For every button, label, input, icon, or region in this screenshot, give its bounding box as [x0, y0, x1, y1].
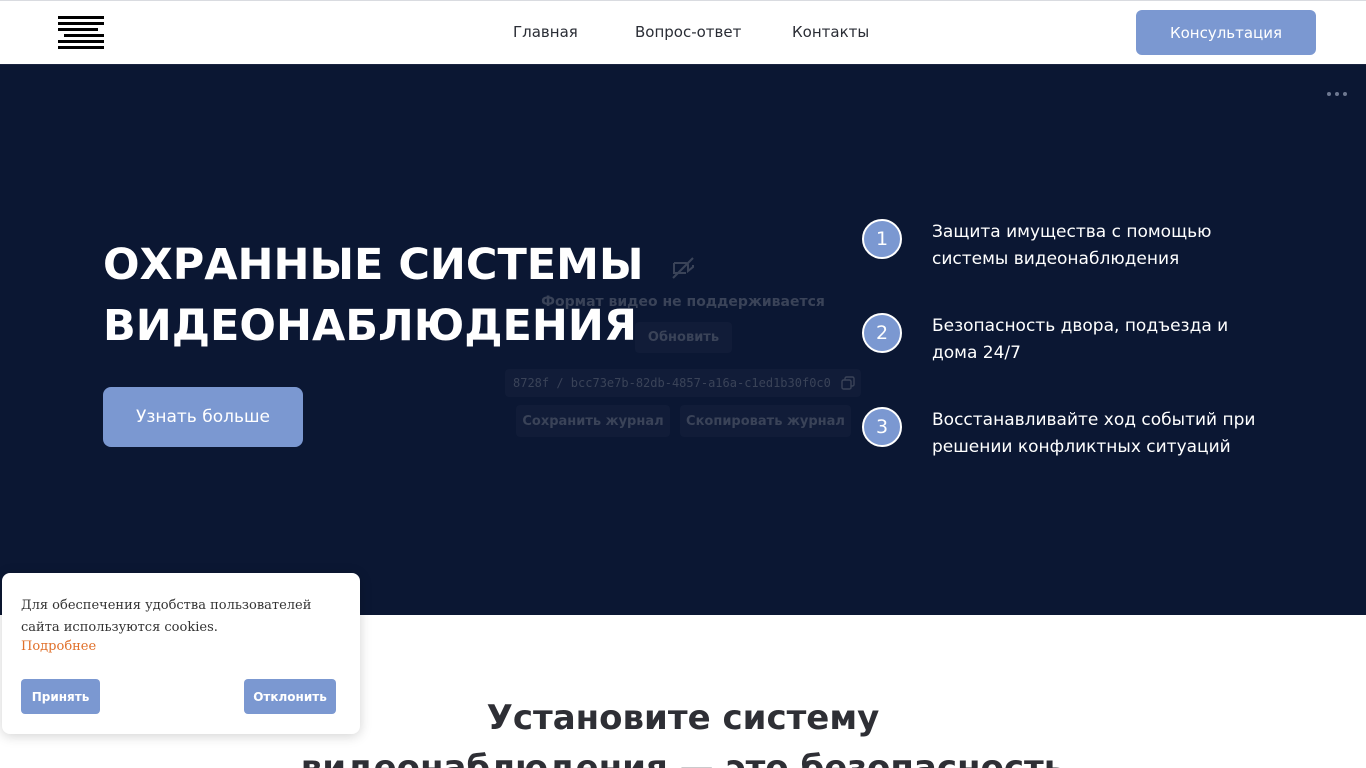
- save-log-button[interactable]: Сохранить журнал: [516, 405, 670, 437]
- site-header: Главная Вопрос-ответ Контакты Консультац…: [0, 0, 1366, 65]
- video-refresh-button[interactable]: Обновить: [635, 322, 732, 353]
- learn-more-button[interactable]: Узнать больше: [103, 387, 303, 447]
- copy-log-button[interactable]: Скопировать журнал: [680, 405, 851, 437]
- cookie-text: Для обеспечения удобства пользователей с…: [21, 598, 312, 635]
- more-options-icon[interactable]: [1327, 89, 1349, 99]
- feature-item: 3 Восстанавливайте ход событий при решен…: [862, 407, 1282, 467]
- copy-icon[interactable]: [841, 376, 855, 390]
- consultation-button[interactable]: Консультация: [1136, 10, 1316, 55]
- cookie-more-link[interactable]: Подробнее: [21, 639, 96, 654]
- nav-item-home[interactable]: Главная: [513, 23, 578, 41]
- video-off-icon: [672, 257, 694, 279]
- feature-number-badge: 3: [862, 407, 902, 447]
- cookie-banner: Для обеспечения удобства пользователей с…: [2, 573, 360, 734]
- feature-item: 1 Защита имущества с помощью системы вид…: [862, 219, 1282, 279]
- feature-number-badge: 2: [862, 313, 902, 353]
- feature-text: Безопасность двора, подъезда и дома 24/7: [932, 316, 1229, 363]
- video-error-id: 8728f / bcc73e7b-82db-4857-a16a-c1ed1b30…: [505, 369, 861, 397]
- logo-icon[interactable]: [58, 15, 105, 51]
- feature-number-badge: 1: [862, 219, 902, 259]
- nav-item-contacts[interactable]: Контакты: [792, 23, 869, 41]
- cookie-decline-button[interactable]: Отклонить: [244, 679, 336, 714]
- feature-text: Защита имущества с помощью системы видео…: [932, 222, 1212, 269]
- hero-section: ОХРАННЫЕ СИСТЕМЫ ВИДЕОНАБЛЮДЕНИЯ Узнать …: [0, 65, 1366, 615]
- feature-item: 2 Безопасность двора, подъезда и дома 24…: [862, 313, 1282, 373]
- nav-item-faq[interactable]: Вопрос-ответ: [635, 23, 741, 41]
- feature-text: Восстанавливайте ход событий при решении…: [932, 410, 1256, 457]
- section-title-line2: видеонаблюдения — это безопасность: [300, 748, 1066, 768]
- cookie-accept-button[interactable]: Принять: [21, 679, 100, 714]
- video-error-message: Формат видео не поддерживается: [541, 294, 825, 310]
